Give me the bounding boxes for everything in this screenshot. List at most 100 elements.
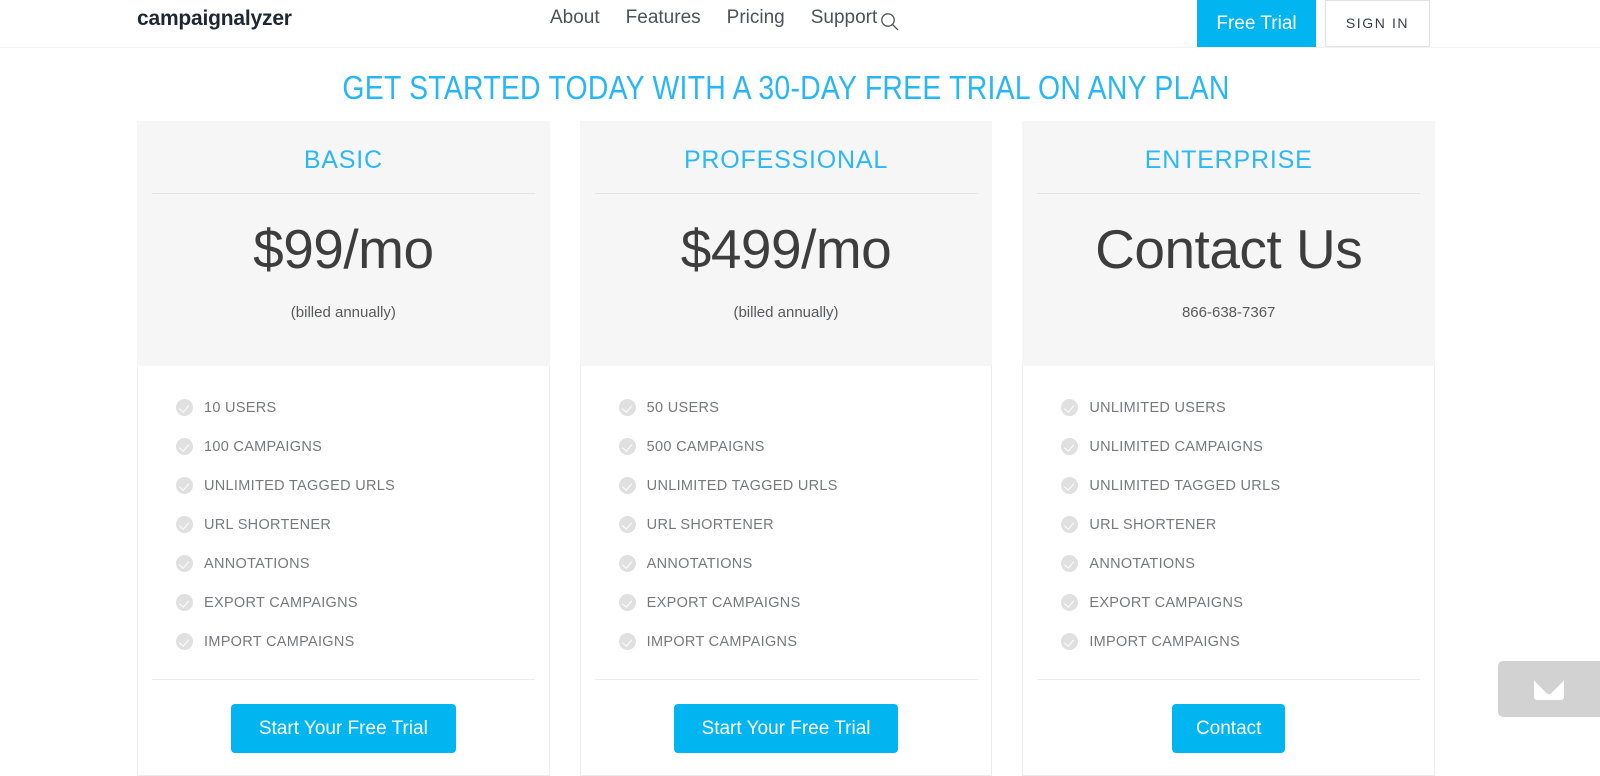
feature-label: ANNOTATIONS <box>204 555 310 572</box>
cta-container: Contact <box>1023 680 1434 753</box>
contact-widget-tab[interactable] <box>1498 661 1600 717</box>
start-free-trial-button[interactable]: Start Your Free Trial <box>673 704 899 753</box>
check-circle-icon <box>618 633 636 650</box>
feature-label: EXPORT CAMPAIGNS <box>646 594 801 611</box>
feature-label: 10 USERS <box>204 399 277 416</box>
list-item: EXPORT CAMPAIGNS <box>176 583 549 622</box>
feature-label: UNLIMITED CAMPAIGNS <box>1089 438 1264 455</box>
check-circle-icon <box>176 633 193 650</box>
feature-label: 500 CAMPAIGNS <box>646 438 765 455</box>
list-item: ANNOTATIONS <box>176 544 549 583</box>
nav-link-about[interactable]: About <box>550 4 600 32</box>
check-circle-icon <box>176 477 193 494</box>
check-circle-icon <box>176 555 193 572</box>
pricing-plans-grid: BASIC $99/mo (billed annually) 10 USERS … <box>137 121 1436 776</box>
sign-in-button[interactable]: SIGN IN <box>1325 0 1430 47</box>
plan-body: 10 USERS 100 CAMPAIGNS UNLIMITED TAGGED … <box>137 366 550 776</box>
check-circle-icon <box>1061 438 1079 455</box>
feature-label: EXPORT CAMPAIGNS <box>204 594 358 611</box>
site-logo[interactable]: campaignalyzer <box>137 4 292 34</box>
plan-title-divider <box>594 193 978 194</box>
plan-price: $499/mo <box>680 218 892 280</box>
plan-header: ENTERPRISE Contact Us 866-638-7367 <box>1022 121 1436 366</box>
check-circle-icon <box>176 399 193 416</box>
check-circle-icon <box>618 477 636 494</box>
list-item: URL SHORTENER <box>176 505 549 544</box>
plan-title-divider <box>151 193 535 194</box>
plan-title: BASIC <box>303 146 383 174</box>
plan-feature-list: 10 USERS 100 CAMPAIGNS UNLIMITED TAGGED … <box>138 388 549 661</box>
list-item: URL SHORTENER <box>618 505 992 544</box>
list-item: EXPORT CAMPAIGNS <box>1061 583 1434 622</box>
check-circle-icon <box>618 594 636 611</box>
feature-label: ANNOTATIONS <box>1089 555 1196 572</box>
list-item: UNLIMITED TAGGED URLS <box>1061 466 1434 505</box>
pricing-card-enterprise: ENTERPRISE Contact Us 866-638-7367 UNLIM… <box>1022 121 1436 776</box>
check-circle-icon <box>176 516 193 533</box>
plan-body: UNLIMITED USERS UNLIMITED CAMPAIGNS UNLI… <box>1022 366 1436 776</box>
check-circle-icon <box>1061 633 1079 650</box>
feature-label: UNLIMITED TAGGED URLS <box>646 477 838 494</box>
list-item: URL SHORTENER <box>1061 505 1434 544</box>
list-item: 10 USERS <box>176 388 549 427</box>
feature-label: EXPORT CAMPAIGNS <box>1089 594 1244 611</box>
list-item: EXPORT CAMPAIGNS <box>618 583 992 622</box>
plan-header: BASIC $99/mo (billed annually) <box>137 121 550 366</box>
pricing-card-professional: PROFESSIONAL $499/mo (billed annually) 5… <box>579 121 993 776</box>
plan-feature-list: UNLIMITED USERS UNLIMITED CAMPAIGNS UNLI… <box>1023 388 1434 661</box>
plan-billing-note: (billed annually) <box>733 304 839 321</box>
feature-label: IMPORT CAMPAIGNS <box>646 633 798 650</box>
check-circle-icon <box>1061 399 1079 416</box>
check-circle-icon <box>618 555 636 572</box>
list-item: 50 USERS <box>618 388 992 427</box>
list-item: IMPORT CAMPAIGNS <box>618 622 992 661</box>
plan-price: $99/mo <box>253 218 434 280</box>
check-circle-icon <box>1061 516 1079 533</box>
free-trial-button[interactable]: Free Trial <box>1197 0 1316 47</box>
plan-phone-number: 866-638-7367 <box>1181 304 1276 321</box>
plan-header: PROFESSIONAL $499/mo (billed annually) <box>579 121 993 366</box>
pricing-card-basic: BASIC $99/mo (billed annually) 10 USERS … <box>137 121 550 776</box>
contact-button[interactable]: Contact <box>1171 704 1286 753</box>
plan-price: Contact Us <box>1095 218 1363 280</box>
cta-container: Start Your Free Trial <box>581 680 992 753</box>
primary-nav: About Features Pricing Support <box>550 0 877 48</box>
list-item: IMPORT CAMPAIGNS <box>1061 622 1434 661</box>
feature-label: 50 USERS <box>646 399 720 416</box>
plan-billing-note: (billed annually) <box>290 304 396 321</box>
list-item: 100 CAMPAIGNS <box>176 427 549 466</box>
feature-label: UNLIMITED TAGGED URLS <box>204 477 396 494</box>
nav-link-support[interactable]: Support <box>811 4 878 32</box>
feature-label: URL SHORTENER <box>646 516 774 533</box>
feature-label: URL SHORTENER <box>204 516 332 533</box>
plan-title: PROFESSIONAL <box>683 146 889 174</box>
page-headline: GET STARTED TODAY WITH A 30-DAY FREE TRI… <box>342 69 1230 106</box>
search-icon <box>880 12 898 30</box>
feature-label: URL SHORTENER <box>1089 516 1217 533</box>
check-circle-icon <box>618 399 636 416</box>
check-circle-icon <box>1061 594 1079 611</box>
list-item: ANNOTATIONS <box>618 544 992 583</box>
check-circle-icon <box>1061 477 1079 494</box>
list-item: UNLIMITED CAMPAIGNS <box>1061 427 1434 466</box>
nav-link-features[interactable]: Features <box>626 4 701 32</box>
feature-label: ANNOTATIONS <box>646 555 753 572</box>
plan-body: 50 USERS 500 CAMPAIGNS UNLIMITED TAGGED … <box>579 366 993 776</box>
check-circle-icon <box>176 438 193 455</box>
start-free-trial-button[interactable]: Start Your Free Trial <box>230 704 456 753</box>
cta-container: Start Your Free Trial <box>138 680 549 753</box>
search-button[interactable] <box>874 6 904 36</box>
feature-label: UNLIMITED USERS <box>1089 399 1226 416</box>
check-circle-icon <box>618 516 636 533</box>
check-circle-icon <box>618 438 636 455</box>
plan-title-divider <box>1037 193 1421 194</box>
plan-feature-list: 50 USERS 500 CAMPAIGNS UNLIMITED TAGGED … <box>581 388 992 661</box>
check-circle-icon <box>176 594 193 611</box>
list-item: IMPORT CAMPAIGNS <box>176 622 549 661</box>
list-item: 500 CAMPAIGNS <box>618 427 992 466</box>
list-item: UNLIMITED TAGGED URLS <box>176 466 549 505</box>
nav-link-pricing[interactable]: Pricing <box>727 4 785 32</box>
list-item: UNLIMITED TAGGED URLS <box>618 466 992 505</box>
feature-label: IMPORT CAMPAIGNS <box>1089 633 1240 650</box>
list-item: UNLIMITED USERS <box>1061 388 1434 427</box>
